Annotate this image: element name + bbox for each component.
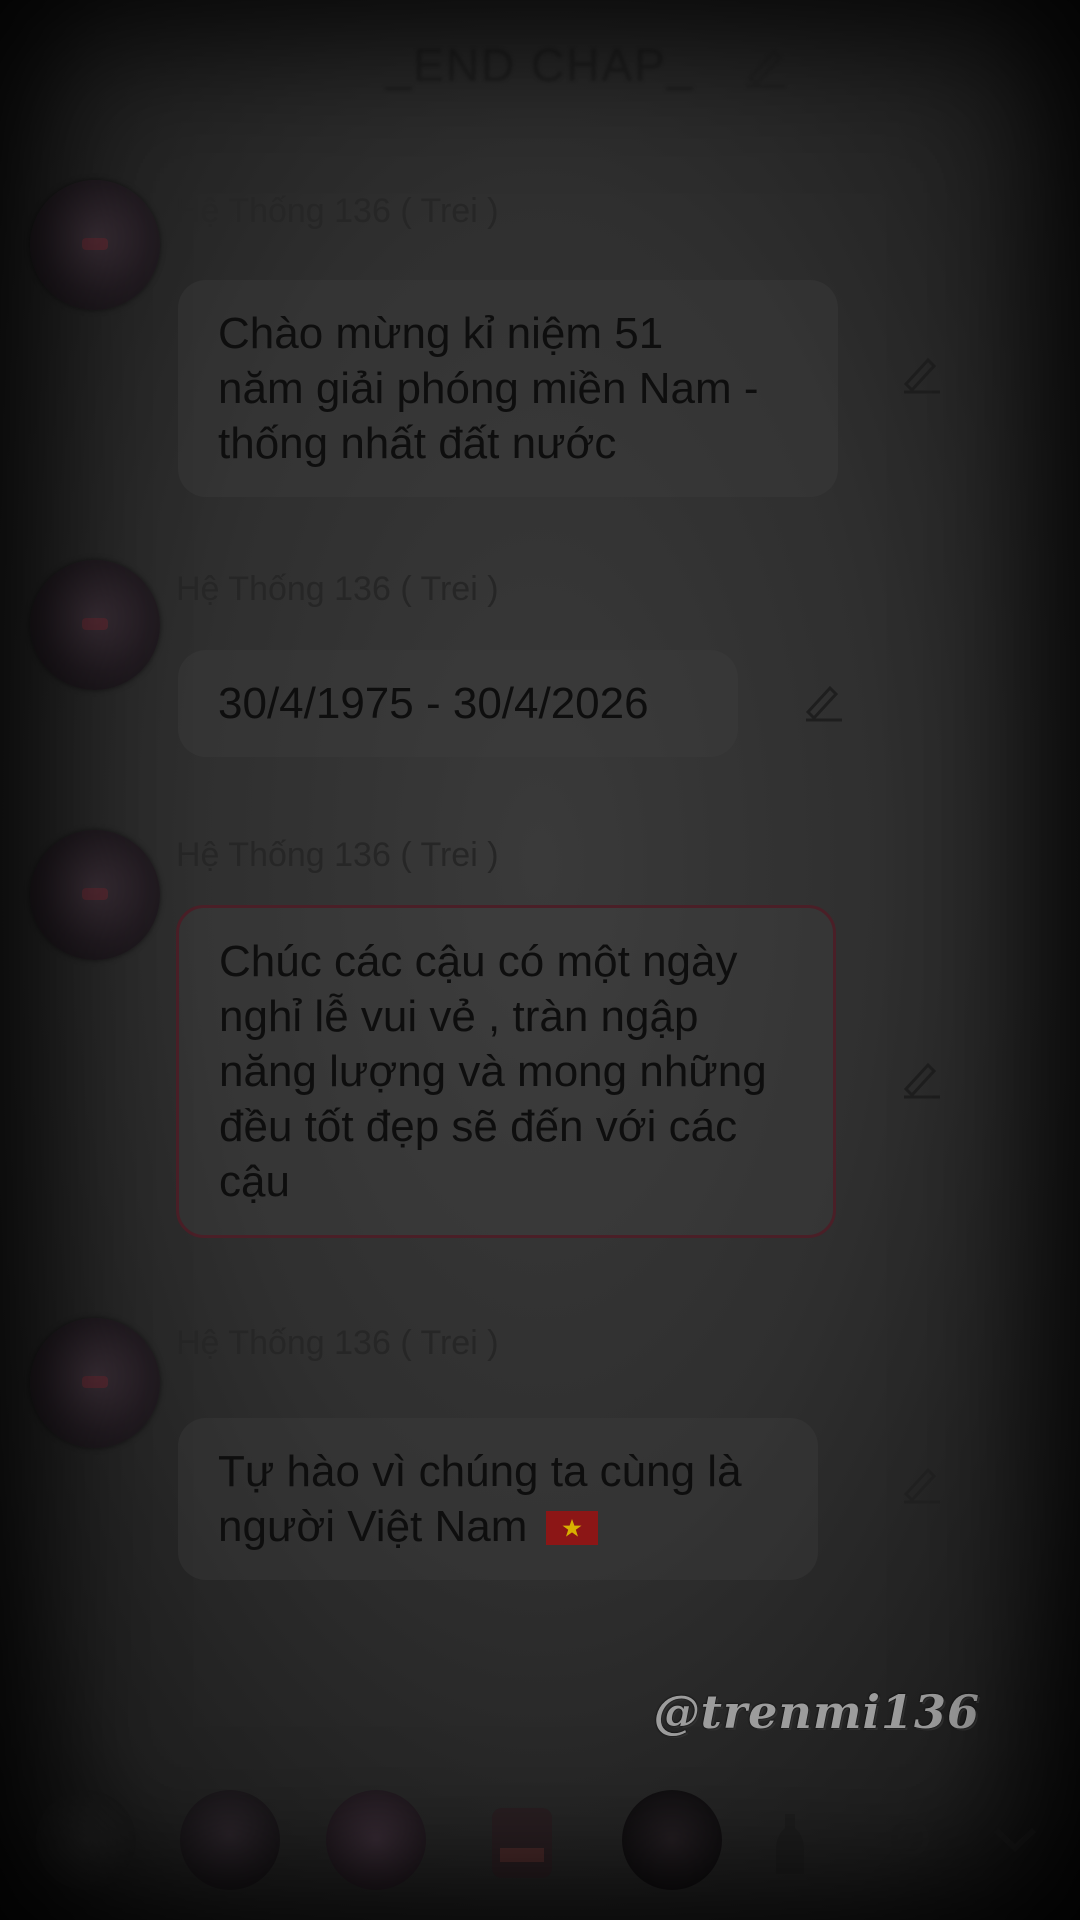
chat-screen: _END CHAP_ Hệ Thống 136 ( Trei ) Chào mừ… xyxy=(0,0,1080,1920)
avatar[interactable] xyxy=(30,180,160,310)
chevron-down-icon[interactable] xyxy=(990,1820,1040,1860)
message-bubble[interactable]: Chào mừng kỉ niệm 51 năm giải phóng miền… xyxy=(178,280,838,497)
message-line: người Việt Nam xyxy=(218,1499,778,1554)
avatar[interactable] xyxy=(30,830,160,960)
sender-name: Hệ Thống 136 ( Trei ) xyxy=(176,570,499,608)
message-line: năng lượng và mong những xyxy=(219,1047,767,1096)
pencil-icon[interactable] xyxy=(898,1055,944,1101)
avatar-icon[interactable] xyxy=(36,1790,136,1890)
pencil-icon[interactable] xyxy=(800,678,846,724)
sender-name: Hệ Thống 136 ( Trei ) xyxy=(176,836,499,874)
message-line: năm giải phóng miền Nam - xyxy=(218,364,759,413)
avatar[interactable] xyxy=(30,1318,160,1448)
search-icon[interactable] xyxy=(870,1810,940,1880)
message-bubble[interactable]: Tự hào vì chúng ta cùng là người Việt Na… xyxy=(178,1418,818,1580)
message-line: thống nhất đất nước xyxy=(218,419,617,468)
message-line: nghỉ lễ vui vẻ , tràn ngập xyxy=(219,992,699,1041)
avatar-icon[interactable] xyxy=(326,1790,426,1890)
avatar[interactable] xyxy=(30,560,160,690)
sender-name: Hệ Thống 136 ( Trei ) xyxy=(176,192,499,230)
vietnam-flag-icon xyxy=(545,1511,598,1545)
avatar-icon[interactable] xyxy=(180,1790,280,1890)
character-icon[interactable] xyxy=(482,1798,562,1888)
pencil-icon[interactable] xyxy=(740,40,790,90)
message-line: đều tốt đẹp sẽ đến với các xyxy=(219,1102,738,1151)
message-line: Chào mừng kỉ niệm 51 xyxy=(218,309,664,358)
pencil-icon[interactable] xyxy=(898,1460,944,1506)
bottom-toolbar xyxy=(0,1790,1080,1900)
chapter-title: _END CHAP_ xyxy=(385,39,695,91)
message-bubble[interactable]: 30/4/1975 - 30/4/2026 xyxy=(178,650,738,757)
pencil-icon[interactable] xyxy=(898,350,944,396)
message-line-text: người Việt Nam xyxy=(218,1502,528,1551)
watermark: @trenmi136 xyxy=(653,1685,980,1739)
avatar-icon[interactable] xyxy=(622,1790,722,1890)
bottle-icon[interactable] xyxy=(770,1810,810,1880)
message-line: 30/4/1975 - 30/4/2026 xyxy=(218,679,649,728)
message-line: cậu xyxy=(219,1157,290,1206)
message-bubble[interactable]: Chúc các cậu có một ngày nghỉ lễ vui vẻ … xyxy=(176,905,836,1238)
message-line: Chúc các cậu có một ngày xyxy=(219,937,738,986)
sender-name: Hệ Thống 136 ( Trei ) xyxy=(176,1324,499,1362)
message-line: Tự hào vì chúng ta cùng là xyxy=(218,1447,742,1496)
